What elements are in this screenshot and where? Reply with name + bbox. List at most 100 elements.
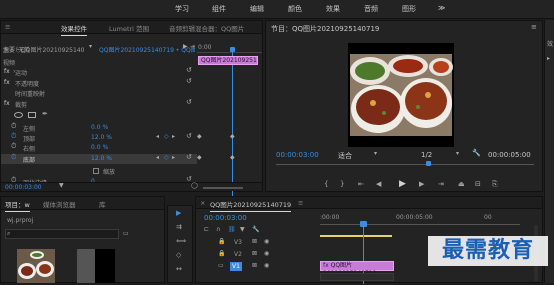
fx-badge[interactable]: fx [4,100,10,107]
reset-icon[interactable]: ↺ [186,99,192,106]
reset-icon[interactable]: ↺ [186,154,192,161]
work-area-bar[interactable] [320,235,392,237]
menu-editing[interactable]: 编辑 [250,4,264,14]
project-search-input[interactable] [5,229,119,239]
master-clip-path[interactable]: 主要・QQ图片2021092514071... [3,45,85,54]
play-only-icon[interactable]: ▶ [183,44,188,50]
new-bin-icon[interactable]: ▭ [123,231,129,237]
export-frame-icon[interactable]: ⎘ [492,181,498,188]
add-keyframe-icon[interactable]: ◇ [164,134,169,140]
keyframe-diamond-icon[interactable]: ◆ [197,134,202,140]
keyframe-diamond-icon[interactable]: ◆ [230,155,235,161]
tab-audio-clip-mixer[interactable]: 音频剪辑混合器：QQ图片 [169,23,261,33]
project-item-thumbnail[interactable] [17,249,55,283]
razor-tool-icon[interactable]: ◇ [176,252,181,259]
menu-graphics[interactable]: 图形 [402,4,416,14]
reset-icon[interactable]: ↺ [186,133,192,140]
tab-libraries[interactable]: 库 [99,199,106,209]
timeline-ruler[interactable] [320,224,520,225]
property-crop[interactable]: fx 裁剪 [1,100,197,110]
pen-mask-icon[interactable]: ✒ [42,111,48,118]
timeline-clip[interactable]: fx QQ图片20210925140719 [320,261,394,277]
property-opacity[interactable]: fx 不透明度 [1,79,197,89]
panel-menu-icon[interactable]: ≡ [531,24,537,31]
chevron-down-icon[interactable]: ▾ [374,151,377,157]
collapsed-panel-tab[interactable]: ▸ [547,56,550,62]
program-title[interactable]: 节目：QQ图片20210925140719 [271,24,379,34]
sync-lock-icon[interactable]: ⊠ [252,239,257,245]
timeline-playhead-handle[interactable] [360,221,367,227]
eye-icon[interactable]: ◉ [264,251,269,257]
crop-bottom-value[interactable]: 12.0 % [91,155,112,162]
sync-lock-icon[interactable]: ⊠ [252,251,257,257]
wrench-icon[interactable]: 🔧 [472,150,481,157]
linked-selection-icon[interactable]: ⛓ [228,227,236,233]
next-keyframe-icon[interactable]: ▸ [172,134,175,140]
fx-badge[interactable]: fx [4,68,10,75]
next-keyframe-icon[interactable]: ▸ [172,155,175,161]
track-v1[interactable]: V1 ⊠ ◉ [218,261,318,273]
tab-lumetri-scopes[interactable]: Lumetri 范围 [109,23,149,33]
program-scrub-bar[interactable] [276,164,534,165]
slip-tool-icon[interactable]: ↔ [176,266,182,273]
zoom-checkbox[interactable] [93,168,99,174]
ellipse-mask-icon[interactable] [14,112,23,118]
crop-top-value[interactable]: 12.0 % [91,134,112,141]
mark-out-icon[interactable]: } [340,181,344,188]
crop-bottom-row[interactable]: ⏱ 底部 12.0 % ◂ ◇ ▸ [1,154,197,164]
property-motion[interactable]: fx › 运动 [1,68,197,78]
add-keyframe-icon[interactable]: ◇ [164,155,169,161]
fit-dropdown[interactable]: 适合 [338,151,352,161]
lock-icon[interactable]: 🔒 [218,239,225,245]
crop-left-value[interactable]: 0.0 % [91,124,108,131]
step-back-icon[interactable]: ◀ [376,181,381,188]
filter-icon[interactable]: ▼ [59,183,64,189]
prev-keyframe-icon[interactable]: ◂ [156,155,159,161]
sync-lock-icon[interactable]: ⊠ [252,263,257,269]
stopwatch-icon[interactable]: ⏱ [11,154,16,161]
snap-icon[interactable]: ∩ [216,227,220,233]
add-marker-icon[interactable]: ▼ [240,227,245,233]
tab-effect-controls[interactable]: 效果控件 [61,23,87,36]
eye-icon[interactable]: ◉ [264,263,269,269]
fx-badge[interactable]: fx [4,79,10,86]
property-time-remap[interactable]: 时间重映射 [1,89,197,99]
lock-icon[interactable]: 🔒 [218,251,225,257]
playhead-handle[interactable] [230,47,235,52]
keyframe-diamond-icon[interactable]: ◆ [230,134,235,140]
step-forward-icon[interactable]: ▶ [419,181,424,188]
zoom-slider[interactable] [203,187,243,189]
reset-icon[interactable]: ↺ [186,78,192,85]
tab-project[interactable]: 项目：w [5,199,30,212]
chevron-down-icon[interactable]: ▾ [456,151,459,157]
lift-icon[interactable]: ⏏ [458,181,465,188]
track-label-active[interactable]: V1 [230,262,242,271]
reset-icon[interactable]: ↺ [186,67,192,74]
crop-right-row[interactable]: ⏱ 右侧 0.0 % [1,143,197,154]
tab-sequence[interactable]: QQ图片20210925140719 [210,199,292,212]
close-icon[interactable]: × [200,199,205,207]
mini-playhead[interactable] [232,47,233,197]
stopwatch-icon[interactable]: ⏱ [11,133,16,140]
menu-color[interactable]: 颜色 [288,4,302,14]
stopwatch-icon[interactable]: ⏱ [11,143,16,150]
crop-right-value[interactable]: 0.0 % [91,144,108,151]
program-timecode[interactable]: 00:00:03:00 [276,151,319,159]
zoom-out-icon[interactable]: ◯ [191,183,198,189]
go-to-out-icon[interactable]: ⇥ [438,181,444,188]
menu-audio[interactable]: 音频 [364,4,378,14]
program-viewport[interactable] [348,43,454,147]
track-v2[interactable]: V2 ⊠ ◉ [218,249,318,260]
eye-icon[interactable]: ◉ [264,239,269,245]
menu-effects[interactable]: 效果 [326,4,340,14]
menu-learn[interactable]: 学习 [175,4,189,14]
timeline-timecode[interactable]: 00:00:03:00 [204,214,247,222]
resolution-dropdown[interactable]: 1/2 [421,151,432,159]
zoom-row[interactable]: 缩放 [1,166,197,176]
collapsed-panel-tab[interactable]: 效 [547,42,553,48]
keyframe-diamond-icon[interactable]: ◆ [197,155,202,161]
rectangle-mask-icon[interactable] [28,112,36,118]
mark-in-icon[interactable]: { [324,181,328,188]
tab-media-browser[interactable]: 媒体浏览器 [43,199,76,209]
nest-icon[interactable]: ⊏ [204,227,209,233]
